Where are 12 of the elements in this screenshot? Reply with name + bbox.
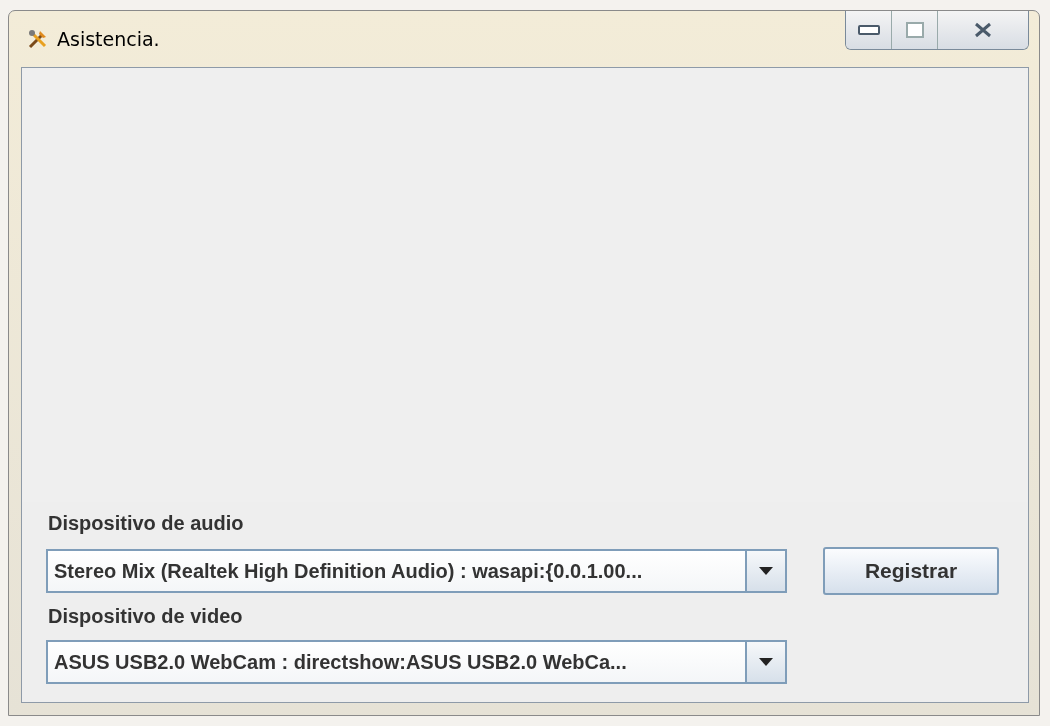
audio-device-label: Dispositivo de audio	[48, 512, 245, 535]
dropdown-arrow-icon	[759, 658, 773, 666]
register-button[interactable]: Registrar	[823, 547, 999, 595]
close-icon	[973, 22, 993, 38]
close-button[interactable]	[938, 11, 1028, 49]
video-device-label: Dispositivo de video	[48, 605, 244, 628]
tools-icon	[27, 28, 49, 50]
video-device-dropdown[interactable]: ASUS USB2.0 WebCam : directshow:ASUS USB2.0 WebCa...	[46, 640, 787, 684]
minimize-button[interactable]	[846, 11, 892, 49]
window-title: Asistencia.	[57, 28, 160, 50]
audio-device-dropdown[interactable]: Stereo Mix (Realtek High Definition Audio) : wasapi:{0.0.1.00...	[46, 549, 787, 593]
dropdown-arrow-icon	[759, 567, 773, 575]
